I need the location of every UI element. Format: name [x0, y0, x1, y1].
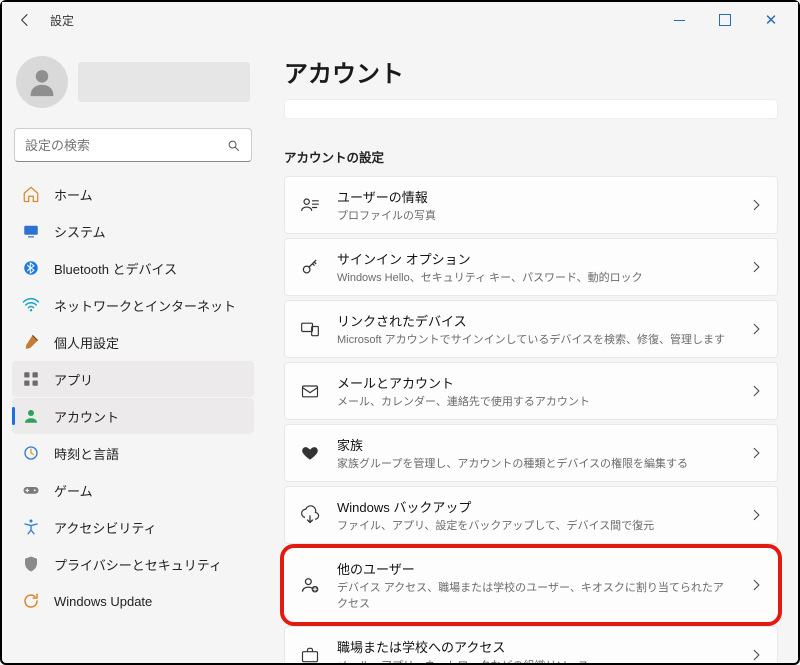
- chevron-right-icon: [749, 260, 763, 274]
- close-button[interactable]: ✕: [748, 4, 794, 36]
- sidebar-item-apps[interactable]: アプリ: [12, 361, 254, 397]
- card-subtitle: 家族グループを管理し、アカウントの種類とデバイスの権限を編集する: [337, 455, 733, 471]
- sidebar-item-label: Windows Update: [54, 594, 152, 609]
- nav: ホーム システム Bluetooth とデバイス ネットワークとインターネット: [12, 176, 254, 619]
- accessibility-icon: [22, 518, 40, 536]
- card-subtitle: メール、カレンダー、連絡先で使用するアカウント: [337, 393, 733, 409]
- sidebar-item-label: プライバシーとセキュリティ: [54, 555, 222, 574]
- search-box[interactable]: [14, 128, 252, 162]
- page-title: アカウント: [284, 54, 778, 89]
- card-email-accounts[interactable]: メールとアカウント メール、カレンダー、連絡先で使用するアカウント: [284, 362, 778, 420]
- card-subtitle: ファイル、アプリ、設定をバックアップして、デバイス間で復元: [337, 517, 733, 533]
- other-users-icon: [299, 574, 321, 596]
- sidebar-item-label: アクセシビリティ: [54, 518, 157, 537]
- card-title: ユーザーの情報: [337, 187, 733, 206]
- sidebar: ホーム システム Bluetooth とデバイス ネットワークとインターネット: [2, 38, 264, 663]
- sidebar-item-home[interactable]: ホーム: [12, 176, 254, 212]
- maximize-button[interactable]: [702, 4, 748, 36]
- briefcase-icon: [299, 644, 321, 663]
- sidebar-item-label: ネットワークとインターネット: [54, 296, 236, 315]
- sidebar-item-system[interactable]: システム: [12, 213, 254, 249]
- family-icon: [299, 442, 321, 464]
- gamepad-icon: [22, 481, 40, 499]
- card-title: Windows バックアップ: [337, 497, 733, 516]
- sidebar-item-accounts[interactable]: アカウント: [12, 398, 254, 434]
- chevron-right-icon: [749, 648, 763, 662]
- card-title: 家族: [337, 435, 733, 454]
- chevron-right-icon: [749, 322, 763, 336]
- sidebar-item-personalization[interactable]: 個人用設定: [12, 324, 254, 360]
- card-your-info[interactable]: ユーザーの情報 プロファイルの写真: [284, 176, 778, 234]
- card-signin-options[interactable]: サインイン オプション Windows Hello、セキュリティ キー、パスワー…: [284, 238, 778, 296]
- sidebar-item-network[interactable]: ネットワークとインターネット: [12, 287, 254, 323]
- shield-icon: [22, 555, 40, 573]
- card-title: メールとアカウント: [337, 373, 733, 392]
- card-subtitle: Microsoft アカウントでサインインしているデバイスを検索、修復、管理しま…: [337, 331, 733, 347]
- card-subtitle: Windows Hello、セキュリティ キー、パスワード、動的ロック: [337, 269, 733, 285]
- card-family[interactable]: 家族 家族グループを管理し、アカウントの種類とデバイスの権限を編集する: [284, 424, 778, 482]
- card-title: 他のユーザー: [337, 559, 733, 578]
- user-name-placeholder: [78, 62, 250, 102]
- sidebar-item-label: システム: [54, 222, 106, 241]
- back-button[interactable]: [12, 7, 38, 33]
- clock-icon: [22, 444, 40, 462]
- card-windows-backup[interactable]: Windows バックアップ ファイル、アプリ、設定をバックアップして、デバイス…: [284, 486, 778, 544]
- search-icon: [226, 138, 241, 153]
- sidebar-item-label: ゲーム: [54, 481, 93, 500]
- card-subtitle: デバイス アクセス、職場または学校のユーザー、キオスクに割り当てられたアクセス: [337, 579, 733, 611]
- user-info-icon: [299, 194, 321, 216]
- chevron-right-icon: [749, 578, 763, 592]
- devices-icon: [299, 318, 321, 340]
- backup-icon: [299, 504, 321, 526]
- avatar: [16, 56, 68, 108]
- sidebar-item-time-language[interactable]: 時刻と言語: [12, 435, 254, 471]
- wifi-icon: [22, 296, 40, 314]
- sidebar-item-label: アプリ: [54, 370, 93, 389]
- titlebar: 設定 ✕: [2, 2, 798, 38]
- search-input[interactable]: [25, 138, 226, 153]
- card-work-school[interactable]: 職場または学校へのアクセス メール、アプリ、ネットワークなどの組織リソース: [284, 626, 778, 663]
- sidebar-item-bluetooth[interactable]: Bluetooth とデバイス: [12, 250, 254, 286]
- section-title: アカウントの設定: [284, 147, 778, 166]
- card-subtitle: メール、アプリ、ネットワークなどの組織リソース: [337, 657, 733, 663]
- card-other-users[interactable]: 他のユーザー デバイス アクセス、職場または学校のユーザー、キオスクに割り当てら…: [284, 548, 778, 622]
- card-linked-devices[interactable]: リンクされたデバイス Microsoft アカウントでサインインしているデバイス…: [284, 300, 778, 358]
- window-title: 設定: [50, 12, 74, 29]
- sidebar-item-label: Bluetooth とデバイス: [54, 259, 177, 278]
- bluetooth-icon: [22, 259, 40, 277]
- card-subtitle: プロファイルの写真: [337, 207, 733, 223]
- accounts-icon: [22, 407, 40, 425]
- sidebar-item-label: 時刻と言語: [54, 444, 119, 463]
- window-controls: ✕: [656, 4, 794, 36]
- settings-list: ユーザーの情報 プロファイルの写真 サインイン オプション Windows He…: [284, 176, 778, 663]
- home-icon: [22, 185, 40, 203]
- chevron-right-icon: [749, 508, 763, 522]
- minimize-button[interactable]: [656, 4, 702, 36]
- card-title: サインイン オプション: [337, 249, 733, 268]
- sidebar-item-privacy[interactable]: プライバシーとセキュリティ: [12, 546, 254, 582]
- sidebar-item-label: アカウント: [54, 407, 119, 426]
- mail-icon: [299, 380, 321, 402]
- main: アカウント アカウントの設定 ユーザーの情報 プロファイルの写真: [264, 38, 798, 663]
- card-title: 職場または学校へのアクセス: [337, 637, 733, 656]
- system-icon: [22, 222, 40, 240]
- sidebar-item-label: ホーム: [54, 185, 93, 204]
- sidebar-item-windows-update[interactable]: Windows Update: [12, 583, 254, 619]
- user-block[interactable]: [12, 50, 254, 122]
- chevron-right-icon: [749, 384, 763, 398]
- apps-icon: [22, 370, 40, 388]
- update-icon: [22, 592, 40, 610]
- sidebar-item-gaming[interactable]: ゲーム: [12, 472, 254, 508]
- chevron-right-icon: [749, 446, 763, 460]
- sidebar-item-label: 個人用設定: [54, 333, 119, 352]
- key-icon: [299, 256, 321, 278]
- account-banner: [284, 99, 778, 119]
- sidebar-item-accessibility[interactable]: アクセシビリティ: [12, 509, 254, 545]
- card-title: リンクされたデバイス: [337, 311, 733, 330]
- brush-icon: [22, 333, 40, 351]
- chevron-right-icon: [749, 198, 763, 212]
